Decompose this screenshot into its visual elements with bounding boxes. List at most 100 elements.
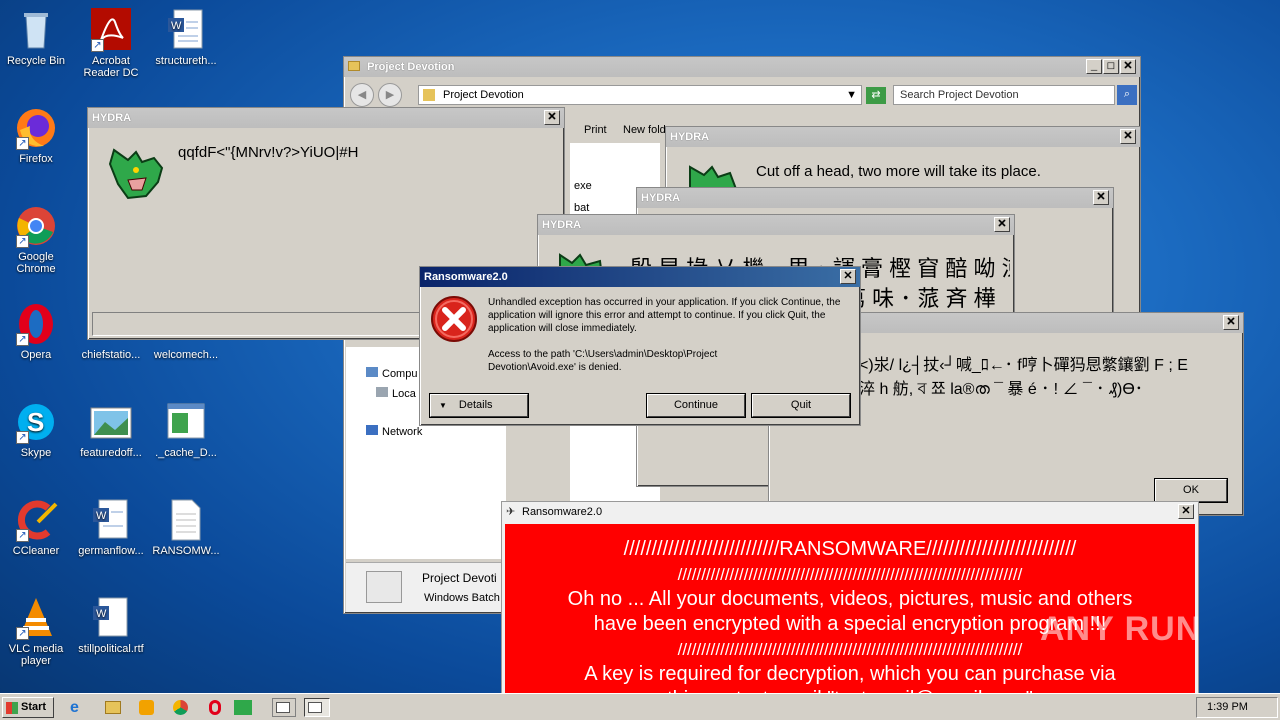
error-message: Unhandled exception has occurred in your… <box>488 297 841 334</box>
start-button[interactable]: Start <box>2 697 54 718</box>
chrome-icon[interactable] <box>171 698 191 717</box>
search-input[interactable]: Search Project Devotion <box>893 85 1115 105</box>
windows-logo-icon <box>6 702 18 714</box>
system-tray: 1:39 PM <box>1196 697 1278 718</box>
print-button[interactable]: Print <box>584 124 607 136</box>
explorer-icon[interactable] <box>103 698 123 717</box>
quit-button[interactable]: Quit <box>751 393 851 418</box>
explorer-titlebar[interactable]: Project Devotion _ □ ✕ <box>344 57 1140 77</box>
desktop-icon-stillpolitical[interactable]: W stillpolitical.rtf <box>75 596 147 655</box>
nav-item-network[interactable]: Network <box>366 425 422 438</box>
desktop-icon-structure-doc[interactable]: W structureth... <box>150 8 222 67</box>
media-player-icon[interactable] <box>137 698 157 717</box>
skype-icon: S ↗ <box>14 400 58 444</box>
details-button[interactable]: ▼ Details <box>429 393 529 418</box>
app-icon: ✈ <box>506 506 516 518</box>
ransom-heading: ////////////////////////////RANSOMWARE//… <box>623 538 1077 560</box>
active-window-task-icon[interactable] <box>304 698 330 717</box>
hydra-message: <)汖/ l¿┤扙‹┘喊_ﾛ←･ f哼卜磾犸㤙䌘鑲劉 F ; E <box>859 357 1188 374</box>
ransom-divider: ////////////////////////////////////////… <box>677 565 1023 584</box>
opera-icon[interactable] <box>205 698 225 717</box>
taskbar: Start e 1:39 PM <box>0 693 1280 720</box>
desktop-icon-featured[interactable]: featuredoff... <box>75 400 147 459</box>
desktop-icon-chrome[interactable]: ↗ Google Chrome <box>0 204 72 275</box>
maximize-button[interactable]: □ <box>1103 59 1119 74</box>
chevron-down-icon[interactable]: ▼ <box>846 86 857 104</box>
folder-icon <box>348 61 360 71</box>
hydra-task-icon[interactable] <box>232 698 256 717</box>
word-doc-icon: W <box>89 498 133 542</box>
network-icon <box>366 425 378 435</box>
desktop-icon-skype[interactable]: S ↗ Skype <box>0 400 72 459</box>
shortcut-arrow-icon: ↗ <box>91 39 104 52</box>
forward-button[interactable]: ▶ <box>378 83 402 107</box>
close-button[interactable]: ✕ <box>994 217 1010 232</box>
desktop-icon-opera[interactable]: ↗ Opera <box>0 302 72 361</box>
computer-icon <box>366 367 378 377</box>
close-button[interactable]: ✕ <box>1120 129 1136 144</box>
search-icon[interactable]: ⌕ <box>1117 85 1137 105</box>
image-icon <box>89 400 133 444</box>
hydra-dragon-icon <box>108 148 164 200</box>
close-button[interactable]: ✕ <box>840 269 856 284</box>
hydra-message: Cut off a head, two more will take its p… <box>756 163 1041 180</box>
hydra-message: qqfdF<"{MNrv!v?>YiUO|#H <box>178 144 359 161</box>
close-button[interactable]: ✕ <box>1178 504 1194 519</box>
explorer-title: Project Devotion <box>367 61 455 73</box>
address-bar[interactable]: Project Devotion ▼ <box>418 85 862 105</box>
ccleaner-icon: ↗ <box>14 498 58 542</box>
close-button[interactable]: ✕ <box>544 110 560 125</box>
details-name: Project Devoti <box>422 571 497 585</box>
close-button[interactable]: ✕ <box>1120 59 1136 74</box>
minimize-button[interactable]: _ <box>1086 59 1102 74</box>
clock[interactable]: 1:39 PM <box>1207 701 1248 713</box>
opera-icon: ↗ <box>14 302 58 346</box>
error-icon <box>431 296 477 342</box>
error-path-message: Access to the path 'C:\Users\admin\Deskt… <box>488 349 718 373</box>
list-item[interactable]: exe <box>574 180 592 192</box>
ie-icon[interactable]: e <box>70 698 90 717</box>
desktop-icon-ransomw[interactable]: RANSOMW... <box>150 498 222 557</box>
window-task-icon[interactable] <box>272 698 296 717</box>
desktop-icon-cache[interactable]: ._cache_D... <box>150 400 222 459</box>
list-item[interactable]: bat <box>574 202 589 214</box>
desktop-icon-recycle-bin[interactable]: Recycle Bin <box>0 8 72 67</box>
word-doc-icon: W <box>89 596 133 640</box>
hydra-titlebar[interactable]: HYDRA ✕ <box>88 108 564 128</box>
anyrun-watermark: ANY RUN <box>1040 610 1202 648</box>
disk-icon <box>376 387 388 397</box>
error-dialog-titlebar[interactable]: Ransomware2.0 ✕ <box>420 267 860 287</box>
back-button[interactable]: ◀ <box>350 83 374 107</box>
desktop-icon-ccleaner[interactable]: ↗ CCleaner <box>0 498 72 557</box>
chevron-down-icon: ▼ <box>439 401 447 410</box>
close-button[interactable]: ✕ <box>1093 190 1109 205</box>
text-file-icon <box>164 498 208 542</box>
refresh-button[interactable]: ⇄ <box>866 87 886 104</box>
batch-file-icon <box>366 571 402 603</box>
details-type: Windows Batch I <box>424 592 506 604</box>
desktop-icon-vlc[interactable]: ↗ VLC media player <box>0 596 72 667</box>
hydra-input-strip <box>92 312 422 336</box>
hydra-titlebar[interactable]: HYDRA ✕ <box>637 188 1113 208</box>
recycle-bin-icon <box>14 8 58 52</box>
nav-item-local-disk[interactable]: Loca <box>376 387 416 400</box>
nav-item-computer[interactable]: Compu <box>366 367 417 380</box>
continue-button[interactable]: Continue <box>646 393 746 418</box>
svg-text:W: W <box>96 510 107 522</box>
hydra-message-line2: 淬 h 舫, ব 쬬 la®ത ¯ 暴 é ･ ! ∠ ¯ ･ ₰)ϴ･ <box>859 381 1143 398</box>
new-folder-button[interactable]: New fold <box>623 124 666 136</box>
svg-text:W: W <box>96 608 107 620</box>
close-button[interactable]: ✕ <box>1223 315 1239 330</box>
hydra-titlebar[interactable]: HYDRA ✕ <box>538 215 1014 235</box>
ransom-titlebar[interactable]: ✈ Ransomware2.0 ✕ <box>502 502 1198 523</box>
error-dialog[interactable]: Ransomware2.0 ✕ Unhandled exception has … <box>419 266 861 426</box>
ok-button[interactable]: OK <box>1154 478 1228 503</box>
hydra-titlebar[interactable]: HYDRA ✕ <box>666 127 1140 147</box>
svg-text:S: S <box>27 407 44 437</box>
desktop-icon-firefox[interactable]: ↗ Firefox <box>0 106 72 165</box>
desktop-icon-german-doc[interactable]: W germanflow... <box>75 498 147 557</box>
word-doc-icon: W <box>164 8 208 52</box>
desktop-icon-acrobat[interactable]: ↗ Acrobat Reader DC <box>75 8 147 79</box>
ransom-text: Oh no ... All your documents, videos, pi… <box>567 588 1133 610</box>
acrobat-icon: ↗ <box>89 8 133 52</box>
